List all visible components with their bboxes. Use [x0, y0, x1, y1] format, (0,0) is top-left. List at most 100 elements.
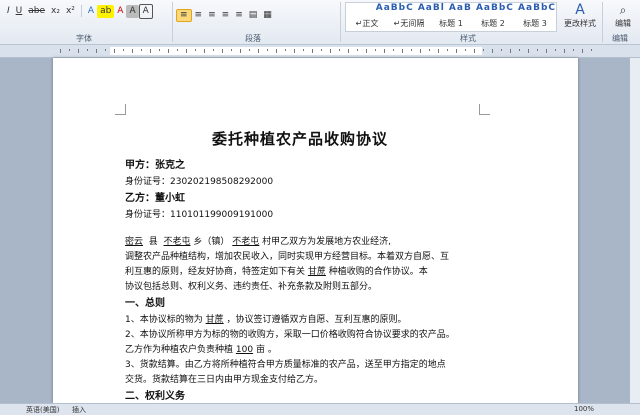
ruler-tick: [285, 49, 286, 51]
ruler-tick: [474, 49, 475, 53]
ruler-tick: [411, 49, 412, 51]
binoculars-icon: ⌕: [619, 3, 627, 17]
ruler-tick: [132, 49, 133, 53]
change-styles-label: 更改样式: [564, 19, 596, 28]
distribute-button[interactable]: ≡: [232, 9, 246, 22]
ruler-tick: [582, 49, 583, 53]
ruler-tick: [402, 49, 403, 53]
id-a: 身份证号：230202198508292000: [125, 177, 274, 187]
county-field: 密云: [125, 237, 144, 247]
text: 1、本协议标的物为: [125, 315, 203, 325]
ruler-tick: [312, 49, 313, 53]
ruler-tick: [321, 49, 322, 51]
township-field: 不老屯: [163, 237, 191, 247]
text-effects-button[interactable]: A: [85, 5, 97, 18]
ruler-tick: [546, 49, 547, 53]
ruler-tick: [150, 49, 151, 53]
ruler-tick: [267, 49, 268, 51]
clause-2-line-1: 2、本协议所称甲方为标的物的收购方，采取一口价格收购符合协议要求的农产品。: [125, 330, 455, 340]
justify-button[interactable]: ≡: [219, 9, 233, 22]
ruler-tick: [87, 49, 88, 51]
ruler-tick: [564, 49, 565, 53]
text: 县: [148, 237, 158, 247]
zoom-level[interactable]: 100%: [574, 405, 594, 413]
clause-3-line-1: 3、货款结算。由乙方将所种植符合甲方质量标准的农产品，送至甲方指定的地点: [125, 360, 446, 370]
separator: [80, 5, 82, 17]
area-field: 100: [235, 345, 254, 355]
align-center-button[interactable]: ≡: [192, 9, 206, 22]
ruler-tick: [276, 49, 277, 53]
ruler-tick: [186, 49, 187, 53]
edit-label: 编辑: [615, 19, 631, 28]
ruler-tick: [456, 49, 457, 53]
align-right-button[interactable]: ≡: [205, 9, 219, 22]
intro-line-4: 协议包括总则、权利义务、违约责任、补充条款及附则五部分。: [125, 282, 378, 292]
document-body[interactable]: 委托种植农产品收购协议 甲方：张克之 身份证号：2302021985082920…: [125, 128, 475, 406]
ruler-tick: [159, 49, 160, 51]
line-spacing-button[interactable]: ▤: [246, 9, 261, 22]
section-1-heading: 一、总则: [125, 298, 165, 309]
enclose-char-button[interactable]: A: [138, 3, 153, 19]
ruler-tick: [69, 49, 70, 51]
id-b: 身份证号：110101199009191000: [125, 210, 274, 220]
ruler-tick: [177, 49, 178, 51]
ruler-tick: [519, 49, 520, 51]
ruler-tick: [420, 49, 421, 53]
font-toolbar-row: I U abe x₂ x² A ab A A A: [4, 3, 153, 19]
align-left-button[interactable]: ≡: [176, 8, 192, 22]
ruler-tick: [465, 49, 466, 51]
text: 利互惠的原则，经友好协商，特签定如下有关: [125, 267, 306, 277]
ruler-tick: [123, 49, 124, 51]
ruler-tick: [573, 49, 574, 51]
ruler-tick: [303, 49, 304, 51]
text: 乙方作为种植农户负责种植: [125, 345, 234, 355]
shading-button[interactable]: ▦: [260, 9, 275, 22]
ruler-tick: [330, 49, 331, 53]
status-bar: 英语(美国) 插入 100%: [0, 403, 640, 415]
clause-1: 1、本协议标的物为 甘蔗 ，协议签订遵循双方自愿、互利互惠的原则。: [125, 313, 475, 328]
text: 村甲乙双方为发展地方农业经济,: [262, 237, 392, 247]
group-label-font: 字体: [76, 34, 92, 43]
edit-button[interactable]: ⌕ 编辑: [610, 2, 636, 29]
ruler-tick: [591, 49, 592, 51]
ruler-tick: [240, 49, 241, 53]
style-preview: AaBbC AaBl AaB AaBbC AaBbC: [375, 3, 556, 13]
superscript-button[interactable]: x²: [63, 5, 78, 18]
text: 种植收购的合作协议。本: [328, 267, 428, 277]
ruler-tick: [501, 49, 502, 51]
font-color-button[interactable]: A: [114, 5, 126, 18]
ruler-tick: [195, 49, 196, 51]
char-shading-button[interactable]: A: [126, 4, 139, 18]
village-field: 不老屯: [232, 237, 260, 247]
ruler-tick: [555, 49, 556, 51]
subscript-button[interactable]: x₂: [48, 5, 63, 18]
change-styles-button[interactable]: A 更改样式: [562, 2, 598, 29]
doc-title: 委托种植农产品收购协议: [211, 130, 388, 148]
crop-field: 甘蔗: [307, 267, 326, 277]
highlight-button[interactable]: ab: [97, 4, 115, 18]
intro-line-2: 调整农产品种植结构，增加农民收入，同时实现甲方经营目标。本着双方自愿、互: [125, 252, 450, 262]
strikethrough-button[interactable]: abe: [25, 5, 48, 18]
ruler-tick: [231, 49, 232, 51]
vertical-scrollbar[interactable]: [630, 58, 640, 403]
ruler-tick: [258, 49, 259, 53]
ruler-tick: [357, 49, 358, 51]
group-label-styles: 样式: [460, 34, 476, 43]
ruler-tick: [537, 49, 538, 51]
text: 乡（镇）: [193, 237, 230, 247]
change-styles-icon: A: [575, 2, 585, 18]
ribbon-group-labels: 字体 段落 样式 编辑: [0, 33, 640, 44]
ruler-tick: [375, 49, 376, 51]
underline-button[interactable]: U: [13, 5, 26, 18]
ruler-tick: [141, 49, 142, 51]
ruler-tick: [213, 49, 214, 51]
text: ，协议签订遵循双方自愿、互利互惠的原则。: [226, 315, 407, 325]
italic-button[interactable]: I: [4, 5, 13, 18]
ruler-tick: [105, 49, 106, 51]
ruler-tick: [222, 49, 223, 53]
horizontal-ruler[interactable]: [0, 45, 640, 58]
ruler-tick: [114, 49, 115, 53]
clause-3-line-2: 交货。货款结算在三日内由甲方现金支付给乙方。: [125, 375, 324, 385]
group-label-paragraph: 段落: [245, 34, 261, 43]
